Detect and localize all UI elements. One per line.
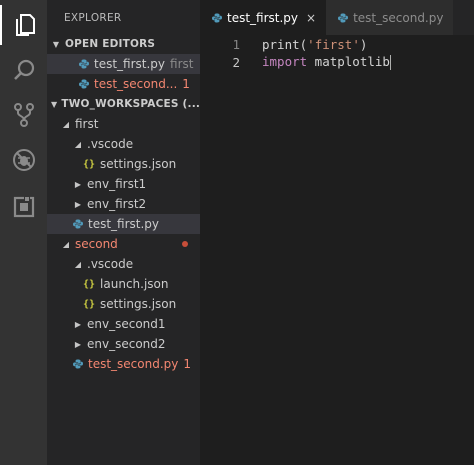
python-file-icon bbox=[79, 79, 89, 89]
chevron-right-icon: ▶ bbox=[74, 339, 82, 349]
json-file-icon: {} bbox=[83, 158, 96, 170]
python-file-icon bbox=[338, 13, 349, 22]
folder-env-second2[interactable]: ▶ env_second2 bbox=[47, 334, 200, 354]
file-test-first-py[interactable]: test_first.py bbox=[47, 214, 200, 234]
file-label: test_first.py bbox=[88, 217, 160, 231]
line-number: 1 bbox=[232, 36, 240, 52]
open-editor-test-second[interactable]: test_second... 1 bbox=[47, 74, 200, 94]
json-file-icon: {} bbox=[83, 278, 96, 290]
extensions-icon[interactable] bbox=[0, 187, 47, 227]
tab-label: test_first.py bbox=[227, 10, 299, 25]
folder-env-second1[interactable]: ▶ env_second1 bbox=[47, 314, 200, 334]
folder-vscode-second[interactable]: ◢ .vscode bbox=[47, 254, 200, 274]
python-file-icon bbox=[79, 59, 89, 69]
code-editor[interactable]: 1 print('first') 2 import matplotlib bbox=[200, 35, 474, 71]
file-settings-json-second[interactable]: {} settings.json bbox=[47, 294, 200, 314]
open-editor-description: first bbox=[170, 57, 194, 71]
tab-test-first-py[interactable]: test_first.py × bbox=[200, 0, 327, 35]
code-line: 2 import matplotlib bbox=[200, 53, 474, 71]
file-label: launch.json bbox=[100, 277, 169, 291]
chevron-down-icon: ▼ bbox=[51, 99, 58, 109]
folder-vscode-first[interactable]: ◢ .vscode bbox=[47, 134, 200, 154]
folder-label: .vscode bbox=[87, 257, 134, 271]
explorer-title: EXPLORER bbox=[64, 12, 122, 24]
explorer-sidebar: EXPLORER ▼ OPEN EDITORS test_first.py fi… bbox=[47, 0, 200, 465]
folder-label: .vscode bbox=[87, 137, 134, 151]
workspace-label: TWO_WORKSPACES (... bbox=[61, 98, 200, 110]
folder-label: env_first2 bbox=[87, 197, 147, 211]
python-file-icon bbox=[73, 219, 83, 229]
file-label: test_second.py bbox=[88, 357, 179, 371]
activity-bar bbox=[0, 0, 47, 465]
chevron-right-icon: ▶ bbox=[74, 179, 82, 189]
code-line: 1 print('first') bbox=[200, 35, 474, 53]
folder-label: env_second1 bbox=[87, 317, 166, 331]
chevron-down-icon: ◢ bbox=[62, 119, 70, 129]
open-editor-name: test_second... bbox=[94, 77, 178, 91]
source-control-icon[interactable] bbox=[0, 95, 47, 135]
file-test-second-py[interactable]: test_second.py 1 bbox=[47, 354, 200, 374]
tab-bar: test_first.py × test_second.py bbox=[200, 0, 474, 35]
chevron-down-icon: ◢ bbox=[74, 259, 82, 269]
open-editors-label: OPEN EDITORS bbox=[65, 38, 156, 50]
open-editor-name: test_first.py bbox=[94, 57, 166, 71]
workspace-header[interactable]: ▼ TWO_WORKSPACES (... bbox=[47, 94, 200, 114]
debug-icon[interactable] bbox=[0, 140, 47, 180]
chevron-right-icon: ▶ bbox=[74, 319, 82, 329]
open-editors-header[interactable]: ▼ OPEN EDITORS bbox=[47, 34, 200, 54]
folder-label: env_second2 bbox=[87, 337, 166, 351]
file-label: settings.json bbox=[100, 297, 177, 311]
error-dot-indicator bbox=[182, 241, 188, 247]
line-number: 2 bbox=[232, 54, 240, 70]
file-label: settings.json bbox=[100, 157, 177, 171]
tab-test-second-py[interactable]: test_second.py bbox=[326, 0, 454, 35]
folder-env-first2[interactable]: ▶ env_first2 bbox=[47, 194, 200, 214]
text-cursor bbox=[389, 55, 391, 70]
editor-area: test_first.py × test_second.py 1 print('… bbox=[200, 0, 474, 465]
json-file-icon: {} bbox=[83, 298, 96, 310]
folder-second[interactable]: ◢ second bbox=[47, 234, 200, 254]
error-count-badge: 1 bbox=[183, 357, 192, 371]
chevron-down-icon: ▼ bbox=[52, 39, 60, 49]
file-launch-json[interactable]: {} launch.json bbox=[47, 274, 200, 294]
python-file-icon bbox=[212, 13, 222, 22]
search-icon[interactable] bbox=[0, 50, 47, 90]
chevron-down-icon: ◢ bbox=[74, 139, 82, 149]
chevron-down-icon: ◢ bbox=[62, 239, 70, 249]
code-text: import matplotlib bbox=[262, 54, 391, 70]
folder-env-first1[interactable]: ▶ env_first1 bbox=[47, 174, 200, 194]
files-icon[interactable] bbox=[0, 5, 47, 45]
close-icon[interactable]: × bbox=[306, 11, 316, 25]
code-text: print('first') bbox=[262, 36, 368, 52]
python-file-icon bbox=[73, 359, 83, 369]
open-editor-test-first[interactable]: test_first.py first bbox=[47, 54, 200, 74]
chevron-right-icon: ▶ bbox=[74, 199, 82, 209]
folder-label: second bbox=[75, 237, 118, 251]
folder-label: first bbox=[75, 117, 99, 131]
error-count-badge: 1 bbox=[182, 77, 190, 91]
tab-label: test_second.py bbox=[353, 10, 444, 25]
folder-label: env_first1 bbox=[87, 177, 147, 191]
folder-first[interactable]: ◢ first bbox=[47, 114, 200, 134]
file-settings-json-first[interactable]: {} settings.json bbox=[47, 154, 200, 174]
